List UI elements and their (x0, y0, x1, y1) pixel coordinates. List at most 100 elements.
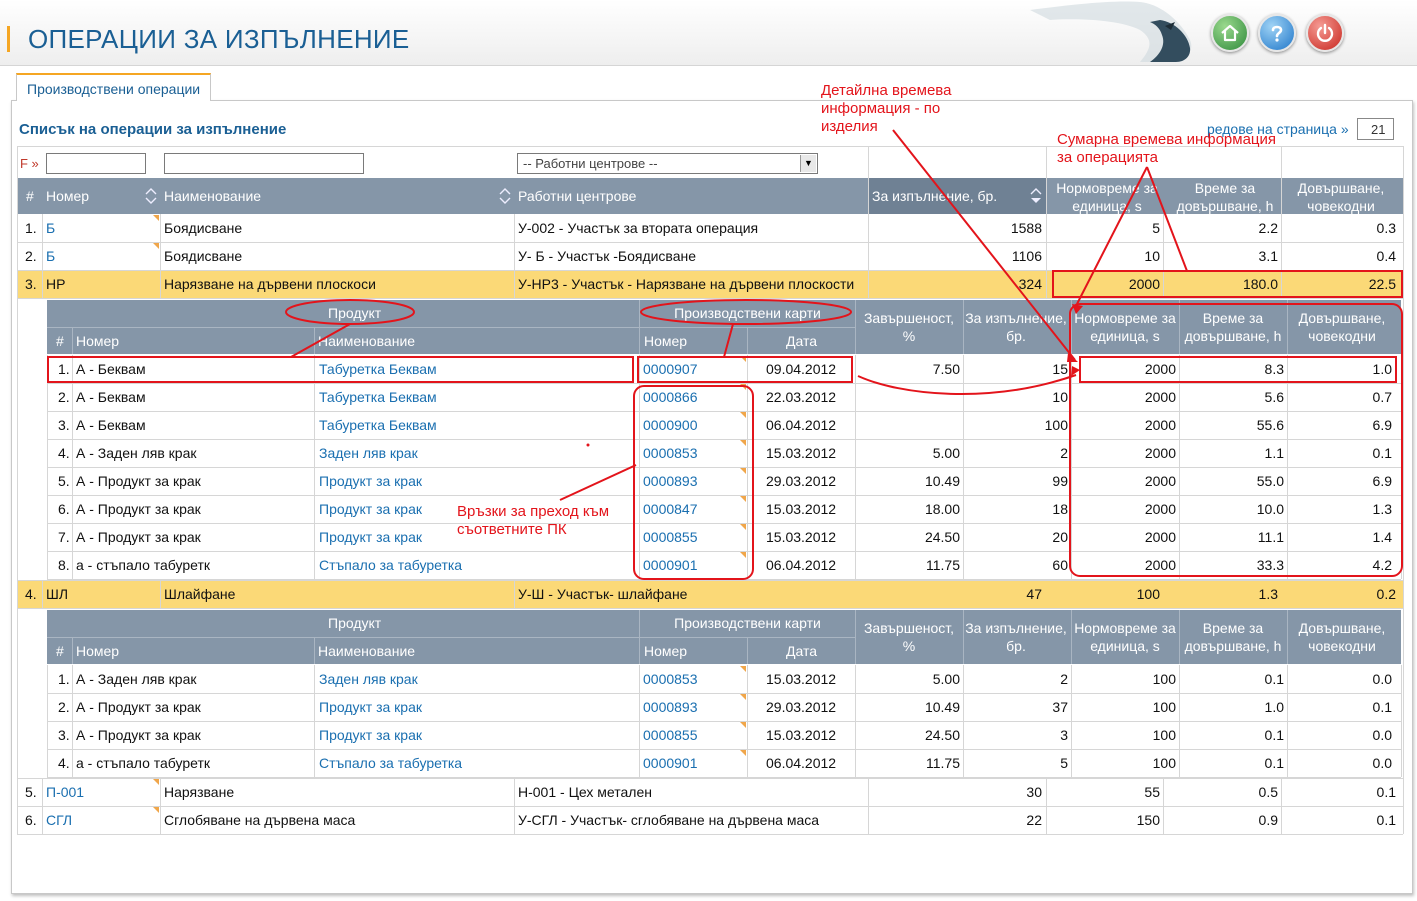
sub-time-value: 5.6 (1264, 389, 1284, 405)
sub-to-execute-value: 5 (1060, 755, 1068, 771)
to-execute-value: 30 (1026, 784, 1042, 800)
product-name-link[interactable]: Табуретка Беквам (319, 416, 437, 434)
sub-days-value: 0.0 (1372, 727, 1392, 743)
sub-norm-value: 2000 (1144, 473, 1176, 489)
production-card-link[interactable]: 0000866 (643, 388, 698, 406)
operation-number-link[interactable]: П-001 (46, 783, 84, 801)
sub-row-index: 1. (58, 671, 70, 687)
product-name-link[interactable]: Продукт за крак (319, 726, 422, 744)
sub-time-value: 1.0 (1264, 699, 1284, 715)
sub-row-index: 6. (58, 501, 70, 517)
sub-col-days-header: Довършване, човекодни (1298, 310, 1386, 344)
sort-icon[interactable] (499, 188, 511, 204)
col-to-execute-header[interactable]: За изпълнение, бр. (872, 187, 997, 205)
sub-row-index: 8. (58, 557, 70, 573)
sub-norm-value: 100 (1152, 699, 1176, 715)
sort-icon[interactable] (145, 188, 157, 204)
operation-number-link[interactable]: Б (46, 219, 55, 237)
tab-production-operations[interactable]: Производствени операции (16, 73, 212, 101)
finish-mandays-value: 0.4 (1376, 248, 1396, 264)
col-number-header[interactable]: Номер (46, 187, 89, 205)
sub-col-to-execute-header: За изпълнение, бр. (965, 620, 1067, 654)
finish-mandays-value: 0.3 (1376, 220, 1396, 236)
to-execute-value: 324 (1018, 276, 1042, 292)
product-name-link[interactable]: Стъпало за табуретка (319, 754, 462, 772)
comment-marker-icon (740, 440, 746, 446)
product-name-link[interactable]: Стъпало за табуретка (319, 556, 462, 574)
card-date: 06.04.2012 (766, 755, 837, 771)
sub-to-execute-value: 15 (1052, 361, 1068, 377)
production-card-link[interactable]: 0000853 (643, 670, 698, 688)
product-name-link[interactable]: Продукт за крак (319, 528, 422, 546)
production-card-link[interactable]: 0000900 (643, 416, 698, 434)
sub-time-value: 11.1 (1257, 529, 1284, 545)
norm-time-value: 10 (1144, 248, 1160, 264)
production-card-link[interactable]: 0000901 (643, 754, 698, 772)
col-name-header[interactable]: Наименование (164, 187, 261, 205)
sub-time-value: 55.0 (1256, 473, 1284, 489)
sub-col-cards-header: Производствени карти (674, 615, 821, 631)
sub-col-days-header: Довършване, човекодни (1298, 620, 1386, 654)
product-name-link[interactable]: Табуретка Беквам (319, 360, 437, 378)
production-card-link[interactable]: 0000855 (643, 726, 698, 744)
operation-number-link[interactable]: Б (46, 247, 55, 265)
sub-to-execute-value: 2 (1060, 445, 1068, 461)
product-name-link[interactable]: Табуретка Беквам (319, 388, 437, 406)
comment-marker-icon (153, 215, 159, 221)
production-card-link[interactable]: 0000853 (643, 444, 698, 462)
product-number: А - Беквам (76, 417, 146, 433)
sub-col-completion-header: Завършеност, % (863, 620, 955, 654)
production-card-link[interactable]: 0000893 (643, 472, 698, 490)
help-button[interactable] (1258, 14, 1296, 52)
col-work-centers-header[interactable]: Работни центрове (518, 187, 636, 205)
home-button[interactable] (1211, 14, 1249, 52)
production-card-link[interactable]: 0000855 (643, 528, 698, 546)
comment-marker-icon (740, 496, 746, 502)
filter-number-input[interactable] (46, 153, 146, 174)
operation-number-link[interactable]: СГЛ (46, 811, 72, 829)
time-to-finish-value: 180.0 (1242, 276, 1278, 292)
annotation-summary-time: Сумарна времева информация за операцията (1057, 131, 1277, 166)
product-name-link[interactable]: Продукт за крак (319, 500, 422, 518)
annotation-detail-time: Детайлна времева информация - по изделия (821, 82, 952, 135)
production-card-link[interactable]: 0000893 (643, 698, 698, 716)
comment-marker-icon (740, 666, 746, 672)
production-card-link[interactable]: 0000907 (643, 360, 698, 378)
time-to-finish-value: 1.3 (1258, 586, 1278, 602)
comment-marker-icon (740, 356, 746, 362)
product-name-link[interactable]: Заден ляв крак (319, 670, 418, 688)
operation-name: Нарязване на дървени плоскоси (164, 276, 376, 292)
operation-name: Боядисване (164, 220, 243, 236)
operation-name: Сглобяване на дървена маса (164, 812, 356, 828)
sub-days-value: 1.4 (1372, 529, 1392, 545)
product-name-link[interactable]: Заден ляв крак (319, 444, 418, 462)
sub-days-value: 1.0 (1372, 361, 1392, 377)
row-index: 6. (25, 812, 37, 828)
work-center-select[interactable]: -- Работни центрове -- ▼ (517, 153, 818, 174)
sub-days-value: 0.1 (1372, 445, 1392, 461)
product-number: А - Продукт за крак (76, 473, 201, 489)
row-index: 2. (25, 248, 37, 264)
work-center: У-002 - Участък за втората операция (518, 220, 759, 236)
filter-name-input[interactable] (164, 153, 364, 174)
completion-value: 5.00 (932, 671, 960, 687)
norm-time-value: 150 (1136, 812, 1160, 828)
sub-to-execute-value: 60 (1052, 557, 1068, 573)
sort-icon[interactable] (1030, 188, 1042, 204)
power-button[interactable] (1306, 14, 1344, 52)
rows-per-page-input[interactable] (1357, 118, 1394, 140)
comment-marker-icon (740, 468, 746, 474)
sub-col-norm-header: Нормовреме за единица, s (1074, 620, 1176, 654)
sub-col-num-header: # (56, 333, 64, 349)
card-date: 15.03.2012 (766, 501, 837, 517)
product-name-link[interactable]: Продукт за крак (319, 472, 422, 490)
completion-value: 11.75 (926, 557, 960, 573)
production-card-link[interactable]: 0000901 (643, 556, 698, 574)
list-title: Списък на операции за изпълнение (19, 121, 287, 138)
norm-time-value: 2000 (1128, 276, 1160, 292)
app-header: ОПЕРАЦИИ ЗА ИЗПЪЛНЕНИЕ (0, 0, 1417, 66)
production-card-link[interactable]: 0000847 (643, 500, 698, 518)
completion-value: 24.50 (924, 727, 960, 743)
time-to-finish-value: 2.2 (1258, 220, 1278, 236)
product-name-link[interactable]: Продукт за крак (319, 698, 422, 716)
